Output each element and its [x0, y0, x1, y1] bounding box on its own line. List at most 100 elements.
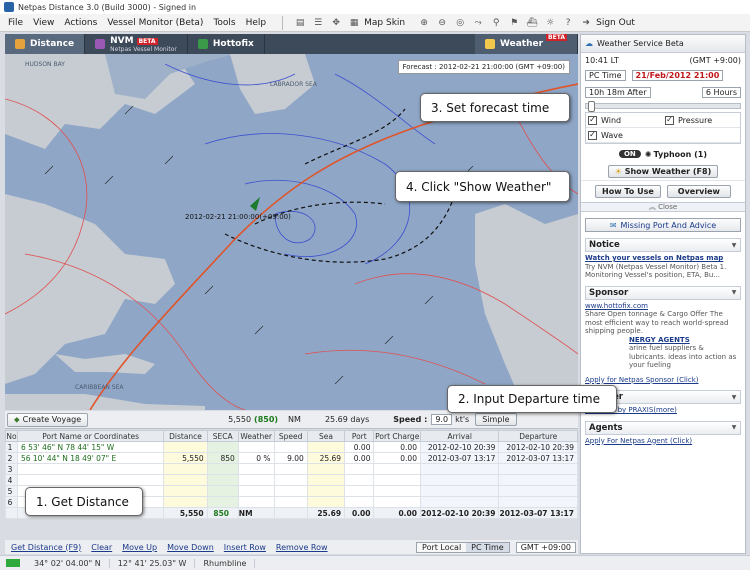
- departure-cell[interactable]: [498, 485, 578, 497]
- wave-check[interactable]: ✓ Wave: [586, 128, 663, 143]
- clear-link[interactable]: Clear: [91, 543, 112, 552]
- remove-row-link[interactable]: Remove Row: [276, 543, 328, 552]
- timezone-select[interactable]: GMT +09:00: [515, 541, 576, 553]
- sign-out-icon[interactable]: ➜: [579, 16, 593, 30]
- sign-out-button[interactable]: Sign Out: [596, 18, 635, 28]
- port-charge-cell[interactable]: [373, 496, 421, 508]
- chevron-down-icon[interactable]: ▼: [728, 422, 740, 434]
- speed-cell[interactable]: [273, 441, 308, 453]
- port-cell[interactable]: [16, 463, 165, 475]
- close-panel-bar[interactable]: ︽ Close: [581, 202, 745, 212]
- chevron-down-icon[interactable]: ▼: [728, 287, 740, 299]
- speed-cell[interactable]: [273, 496, 308, 508]
- port-days-cell[interactable]: [344, 496, 375, 508]
- port-charge-cell[interactable]: 0.00: [373, 452, 421, 464]
- overview-button[interactable]: Overview: [666, 185, 731, 198]
- zoom-in-icon[interactable]: ⊕: [417, 16, 431, 30]
- menu-tools[interactable]: Tools: [213, 18, 235, 28]
- menu-actions[interactable]: Actions: [64, 18, 97, 28]
- departure-cell[interactable]: 2012-02-10 20:39: [498, 441, 578, 453]
- create-voyage-label: Create Voyage: [22, 415, 82, 424]
- list-icon[interactable]: ☰: [311, 16, 325, 30]
- port-charge-cell[interactable]: 0.00: [373, 441, 421, 453]
- sponsor-section[interactable]: Sponsor ▼: [585, 285, 741, 300]
- departure-cell[interactable]: [498, 474, 578, 486]
- tab-hottofix[interactable]: Hottofix: [188, 34, 265, 54]
- get-distance-link[interactable]: Get Distance (F9): [11, 543, 81, 552]
- tab-weather[interactable]: Weather BETA: [475, 33, 578, 54]
- table-row[interactable]: 2 56 10' 44" N 18 49' 07" E 5,550 850 0 …: [5, 452, 578, 464]
- port-local-option[interactable]: Port Local: [417, 542, 467, 552]
- table-row[interactable]: 1 6 53' 46" N 78 44' 15" W 0.00 0.00 201…: [5, 441, 578, 453]
- speed-cell[interactable]: [273, 485, 308, 497]
- menu-vessel-monitor[interactable]: Vessel Monitor (Beta): [107, 18, 203, 28]
- apply-sponsor-link[interactable]: Apply for Netpas Sponsor (Click): [585, 376, 741, 385]
- how-to-use-button[interactable]: How To Use: [595, 185, 661, 198]
- chevron-down-icon[interactable]: ▼: [728, 239, 740, 251]
- port-cell[interactable]: 56 10' 44" N 18 49' 07" E: [16, 452, 165, 464]
- time-mode-toggle[interactable]: Port Local PC Time: [416, 541, 510, 553]
- port-cell[interactable]: 6 53' 46" N 78 44' 15" W: [16, 441, 165, 453]
- agents-section[interactable]: Agents ▼: [585, 420, 741, 435]
- menu-file[interactable]: File: [8, 18, 23, 28]
- move-up-link[interactable]: Move Up: [122, 543, 157, 552]
- zoom-full-icon[interactable]: ◎: [453, 16, 467, 30]
- port-days-cell[interactable]: 0.00: [344, 441, 375, 453]
- print-icon[interactable]: ▤: [293, 16, 307, 30]
- move-down-link[interactable]: Move Down: [167, 543, 214, 552]
- weather-icon[interactable]: ☼: [543, 16, 557, 30]
- route-icon[interactable]: ⤳: [471, 16, 485, 30]
- pressure-check[interactable]: ✓ Pressure: [663, 113, 740, 128]
- speed-cell[interactable]: [273, 474, 308, 486]
- show-weather-button[interactable]: ☀ Show Weather (F8): [607, 164, 719, 178]
- pc-time-option[interactable]: PC Time: [466, 542, 509, 552]
- departure-cell[interactable]: 2012-03-07 13:17: [498, 452, 578, 464]
- missing-port-button[interactable]: ✉ Missing Port And Advice: [585, 218, 741, 232]
- zoom-out-icon[interactable]: ⊖: [435, 16, 449, 30]
- flag-icon[interactable]: ⚑: [507, 16, 521, 30]
- departure-cell[interactable]: [498, 496, 578, 508]
- notice-headline[interactable]: Watch your vessels on Netpas map: [585, 254, 741, 263]
- pan-icon[interactable]: ✥: [329, 16, 343, 30]
- col-port: Port Name or Coordinates: [16, 430, 165, 442]
- seca-cell: [206, 485, 239, 497]
- speed-input[interactable]: 9.0: [431, 414, 453, 425]
- wind-check[interactable]: ✓ Wind: [586, 113, 663, 128]
- menu-view[interactable]: View: [33, 18, 54, 28]
- notice-section[interactable]: Notice ▼: [585, 238, 741, 252]
- time-mode-select[interactable]: PC Time: [585, 70, 626, 81]
- table-row[interactable]: 4: [5, 474, 578, 486]
- speed-cell[interactable]: [273, 463, 308, 475]
- sponsor2-title[interactable]: NERGY AGENTS: [629, 336, 741, 345]
- typhoon-toggle[interactable]: ON: [618, 150, 641, 158]
- table-row[interactable]: 3: [5, 463, 578, 475]
- help-icon[interactable]: ?: [561, 16, 575, 30]
- port-days-cell[interactable]: [344, 485, 375, 497]
- port-charge-cell[interactable]: [373, 474, 421, 486]
- menu-help[interactable]: Help: [246, 18, 267, 28]
- map-skin-button[interactable]: Map Skin: [364, 18, 405, 28]
- chevron-down-icon[interactable]: ▼: [728, 391, 740, 403]
- interval-select[interactable]: 6 Hours: [701, 86, 741, 98]
- pin-icon[interactable]: ⚲: [489, 16, 503, 30]
- sponsor-link[interactable]: www.hottofix.com: [585, 302, 741, 311]
- slider-knob[interactable]: [588, 101, 595, 112]
- port-days-cell[interactable]: 0.00: [344, 452, 375, 464]
- ship-icon[interactable]: ⛴: [525, 16, 539, 30]
- port-charge-cell[interactable]: [373, 463, 421, 475]
- port-cell[interactable]: [16, 474, 165, 486]
- speed-cell[interactable]: 9.00: [273, 452, 308, 464]
- tab-nvm[interactable]: NVM BETA Netpas Vessel Monitor: [85, 34, 188, 54]
- grid-icon[interactable]: ▦: [347, 16, 361, 30]
- port-charge-cell[interactable]: [373, 485, 421, 497]
- forecast-date-input[interactable]: 21/Feb/2012 21:00: [631, 70, 724, 81]
- tab-distance[interactable]: Distance: [5, 34, 86, 54]
- port-days-cell[interactable]: [344, 463, 375, 475]
- insert-row-link[interactable]: Insert Row: [224, 543, 266, 552]
- forecast-slider[interactable]: [585, 101, 741, 112]
- create-voyage-button[interactable]: ⬥ Create Voyage: [7, 412, 89, 427]
- port-days-cell[interactable]: [344, 474, 375, 486]
- departure-cell[interactable]: [498, 463, 578, 475]
- apply-agent-link[interactable]: Apply For Netpas Agent (Click): [585, 437, 741, 446]
- simple-button[interactable]: Simple: [475, 413, 517, 426]
